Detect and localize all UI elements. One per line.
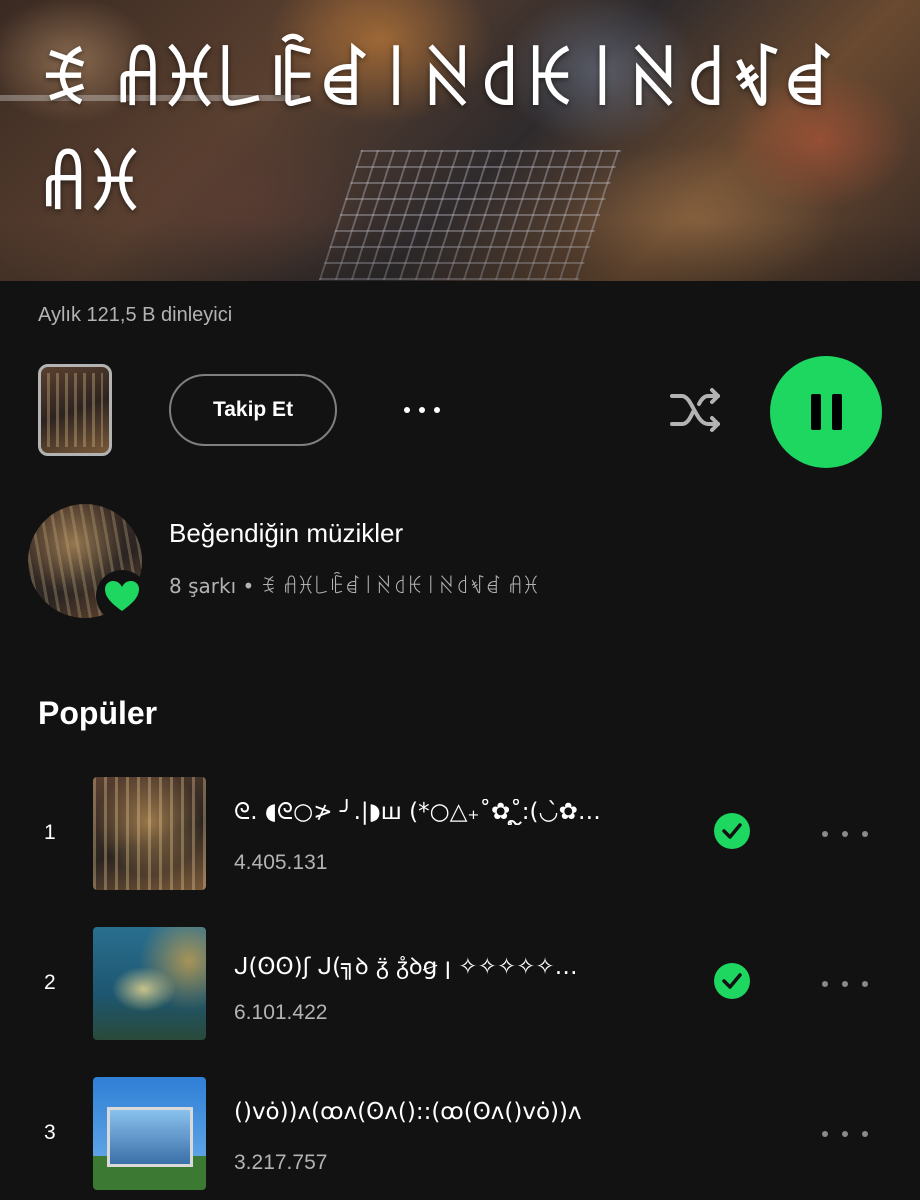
- liked-songs-subtitle: 8 şarkı • ꉂ ꋬꁝ꒒ꍟꀸ꒐ꋊ꒯ꀘ꒐ꋊ꒯ꃴꀸ ꋬꁝ: [169, 574, 539, 598]
- track-play-count: 4.405.131: [234, 851, 328, 874]
- track-rank: 2: [44, 971, 56, 994]
- track-title: ᒍ(ʘʘ)ʃ ᒍ(╗ꝺ ᵹ̈ ᵹ̊ꝺꞡ ꞁ̲ ✧✧✧✧✧…: [234, 954, 578, 980]
- more-dot: [842, 981, 848, 987]
- track-row[interactable]: 2 ᒍ(ʘʘ)ʃ ᒍ(╗ꝺ ᵹ̈ ᵹ̊ꝺꞡ ꞁ̲ ✧✧✧✧✧… 6.101.42…: [0, 927, 920, 1043]
- pause-icon: [810, 394, 821, 430]
- track-cover: [93, 927, 206, 1040]
- artist-name: ꉂ ꋬꁝ꒒ꍟꀸ꒐ꋊ꒯ꀘ꒐ꋊ꒯ꃴꀸ ꋬꁝ: [38, 43, 835, 224]
- track-more-button[interactable]: [822, 1127, 868, 1141]
- track-cover: [93, 777, 206, 890]
- more-options-button[interactable]: [392, 390, 452, 430]
- track-rank: 1: [44, 821, 56, 844]
- track-more-button[interactable]: [822, 977, 868, 991]
- track-play-count: 6.101.422: [234, 1001, 328, 1024]
- more-dots-icon: [822, 831, 828, 837]
- more-dot: [862, 1131, 868, 1137]
- shuffle-icon: [670, 388, 720, 432]
- track-row[interactable]: 3 ()vȯ))ᴧ(ꝏᴧ(ʘᴧ()::(ꝏ(ʘᴧ()vȯ))ᴧ 3.217.75…: [0, 1077, 920, 1193]
- check-icon: [722, 973, 742, 989]
- more-dot: [862, 981, 868, 987]
- popular-heading: Popüler: [38, 695, 158, 731]
- track-title: ᘓ. ◖ᘓ○≯ ╯.|◗ш (*○△₊˚✿˚ຼ:(◡̀✿…: [234, 799, 601, 825]
- track-title: ()vȯ))ᴧ(ꝏᴧ(ʘᴧ()::(ꝏ(ʘᴧ()vȯ))ᴧ: [234, 1099, 582, 1125]
- artist-header-image: ꉂ ꋬꁝ꒒ꍟꀸ꒐ꋊ꒯ꀘ꒐ꋊ꒯ꃴꀸ ꋬꁝ: [0, 0, 920, 281]
- more-dots-icon: [822, 981, 828, 987]
- more-dots-icon: [404, 407, 410, 413]
- track-cover: [93, 1077, 206, 1190]
- liked-heart-badge: [96, 570, 148, 622]
- heart-icon: [105, 581, 139, 611]
- shuffle-button[interactable]: [666, 382, 726, 438]
- more-dot: [842, 831, 848, 837]
- saved-check-button[interactable]: [714, 813, 750, 849]
- check-icon: [722, 823, 742, 839]
- more-dot: [842, 1131, 848, 1137]
- more-dot: [862, 831, 868, 837]
- track-row[interactable]: 1 ᘓ. ◖ᘓ○≯ ╯.|◗ш (*○△₊˚✿˚ຼ:(◡̀✿… 4.405.13…: [0, 777, 920, 893]
- track-more-button[interactable]: [822, 827, 868, 841]
- more-dot: [419, 407, 425, 413]
- more-dots-icon: [822, 1131, 828, 1137]
- track-play-count: 3.217.757: [234, 1151, 328, 1174]
- more-dot: [434, 407, 440, 413]
- follow-button[interactable]: Takip Et: [169, 374, 337, 446]
- monthly-listeners: Aylık 121,5 B dinleyici: [38, 304, 233, 326]
- track-rank: 3: [44, 1121, 56, 1144]
- pause-icon-bar: [831, 394, 842, 430]
- liked-songs-title[interactable]: Beğendiğin müzikler: [169, 518, 403, 549]
- saved-check-button[interactable]: [714, 963, 750, 999]
- pause-button[interactable]: [770, 356, 882, 468]
- artist-thumbnail[interactable]: [38, 364, 112, 456]
